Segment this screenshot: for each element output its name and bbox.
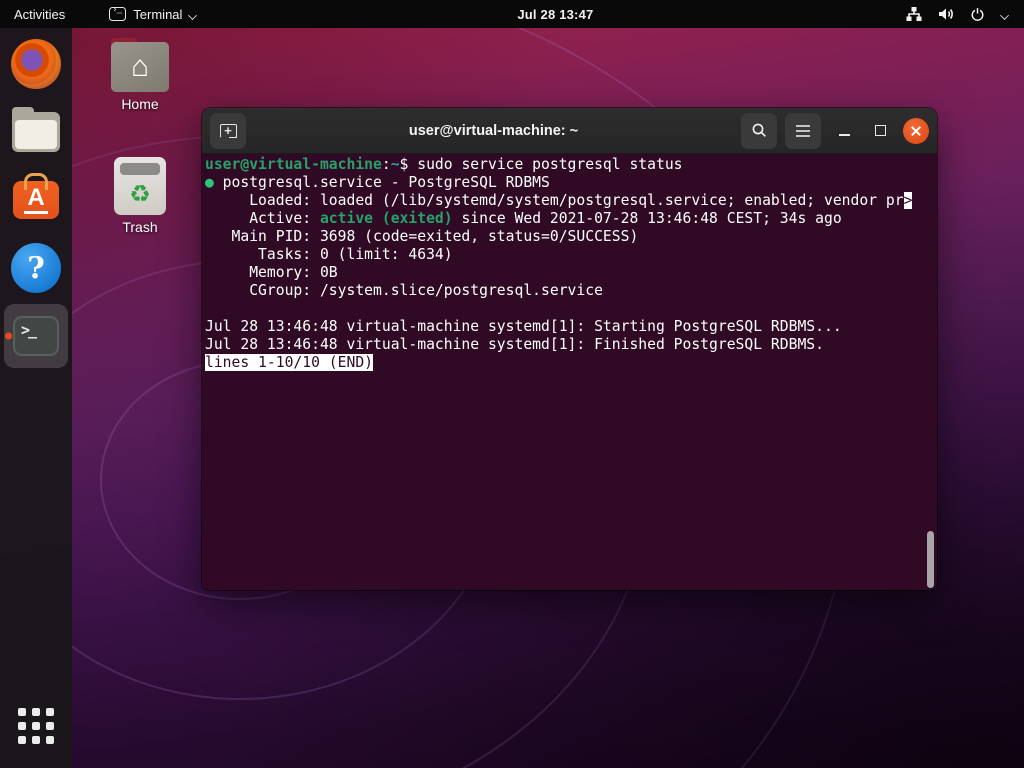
dock: A ? >_ xyxy=(0,28,72,768)
window-title: user@virtual-machine: ~ xyxy=(246,123,741,139)
house-glyph: ⌂ xyxy=(131,52,149,82)
search-button[interactable] xyxy=(741,113,777,149)
dock-item-terminal[interactable]: >_ xyxy=(4,304,68,368)
terminal-line: Tasks: 0 (limit: 4634) xyxy=(205,246,937,264)
recycle-glyph: ♻ xyxy=(129,183,151,207)
status-dot: ● xyxy=(205,174,214,191)
truncation-marker: > xyxy=(904,192,913,209)
show-applications-icon xyxy=(18,708,54,744)
maximize-button[interactable] xyxy=(867,118,893,144)
terminal-content[interactable]: user@virtual-machine:~$ sudo service pos… xyxy=(202,154,937,590)
new-tab-icon xyxy=(220,124,237,138)
activities-button[interactable]: Activities xyxy=(0,0,79,28)
dock-item-ubuntu-software[interactable]: A xyxy=(4,168,68,232)
files-icon xyxy=(12,112,60,152)
terminal-line: lines 1-10/10 (END) xyxy=(205,354,937,372)
terminal-line: Main PID: 3698 (code=exited, status=0/SU… xyxy=(205,228,937,246)
app-menu-terminal[interactable]: Terminal xyxy=(99,0,208,28)
chevron-down-icon xyxy=(189,12,198,18)
running-indicator-dot xyxy=(5,333,12,340)
chevron-down-icon[interactable] xyxy=(1001,12,1010,18)
clock[interactable]: Jul 28 13:47 xyxy=(517,7,593,22)
hamburger-menu-icon xyxy=(795,124,811,138)
command-text: $ sudo service postgresql status xyxy=(400,156,683,173)
terminal-line: CGroup: /system.slice/postgresql.service xyxy=(205,282,937,300)
new-tab-button[interactable] xyxy=(210,113,246,149)
scrollbar-thumb[interactable] xyxy=(927,531,934,588)
terminal-line: Memory: 0B xyxy=(205,264,937,282)
ubuntu-software-icon: A xyxy=(13,181,59,219)
network-wired-icon[interactable] xyxy=(906,6,922,22)
close-button[interactable] xyxy=(903,118,929,144)
menu-button[interactable] xyxy=(785,113,821,149)
terminal-icon xyxy=(109,7,126,21)
pager-status: lines 1-10/10 (END) xyxy=(205,354,373,371)
minimize-icon xyxy=(839,134,850,136)
top-bar: Activities Terminal Jul 28 13:47 xyxy=(0,0,1024,28)
firefox-icon xyxy=(11,39,61,89)
terminal-line: Loaded: loaded (/lib/systemd/system/post… xyxy=(205,192,937,210)
show-applications-button[interactable] xyxy=(4,694,68,758)
home-folder-icon: ⌂ xyxy=(111,42,169,92)
desktop-icon-label: Home xyxy=(102,96,178,112)
prompt-path: ~ xyxy=(391,156,400,173)
terminal-line: Jul 28 13:46:48 virtual-machine systemd[… xyxy=(205,336,937,354)
dock-item-help[interactable]: ? xyxy=(4,236,68,300)
volume-icon[interactable] xyxy=(938,6,954,22)
system-tray[interactable] xyxy=(892,0,1024,28)
help-icon: ? xyxy=(11,243,61,293)
active-status: active (exited) xyxy=(320,210,453,227)
desktop-icon-trash[interactable]: ♻ Trash xyxy=(102,157,178,235)
terminal-line: ● postgresql.service - PostgreSQL RDBMS xyxy=(205,174,937,192)
desktop-icon-label: Trash xyxy=(102,219,178,235)
search-icon xyxy=(751,122,768,139)
terminal-icon: >_ xyxy=(13,316,59,356)
terminal-line: Active: active (exited) since Wed 2021-0… xyxy=(205,210,937,228)
terminal-line: user@virtual-machine:~$ sudo service pos… xyxy=(205,156,937,174)
app-menu-label: Terminal xyxy=(133,7,182,22)
window-titlebar[interactable]: user@virtual-machine: ~ xyxy=(202,108,937,154)
desktop-icon-home[interactable]: ⌂ Home xyxy=(102,42,178,112)
terminal-line: Jul 28 13:46:48 virtual-machine systemd[… xyxy=(205,318,937,336)
power-icon[interactable] xyxy=(970,7,985,22)
prompt-user: user@virtual-machine xyxy=(205,156,382,173)
terminal-line xyxy=(205,300,937,318)
terminal-window: user@virtual-machine: ~ xyxy=(202,108,937,590)
minimize-button[interactable] xyxy=(831,118,857,144)
maximize-icon xyxy=(875,125,886,136)
dock-item-firefox[interactable] xyxy=(4,32,68,96)
dock-item-files[interactable] xyxy=(4,100,68,164)
trash-icon: ♻ xyxy=(114,157,166,215)
